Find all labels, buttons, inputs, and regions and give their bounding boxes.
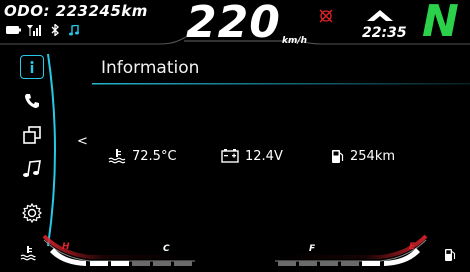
sidebar-menu xyxy=(0,50,58,247)
sidebar-item-mirror[interactable] xyxy=(19,122,45,148)
title-underline xyxy=(92,83,470,85)
coolant-temp-item: 72.5°C xyxy=(108,146,177,166)
coolant-temp-icon xyxy=(108,149,126,164)
screen-mirror-icon xyxy=(23,126,41,144)
battery-voltage-item: 12.4V xyxy=(221,146,283,166)
sidebar-item-settings[interactable] xyxy=(19,200,45,226)
bluetooth-icon xyxy=(51,24,59,36)
sidebar-item-music[interactable] xyxy=(19,156,45,182)
status-row xyxy=(6,23,79,37)
car-battery-icon xyxy=(221,149,239,163)
phone-icon xyxy=(25,94,39,108)
settings-icon xyxy=(22,203,42,223)
speed-unit: km/h xyxy=(282,36,308,46)
temp-hot-label: H xyxy=(62,242,70,252)
coolant-gauge-icon xyxy=(20,246,36,261)
range-value: 254km xyxy=(350,148,396,164)
fuel-full-label: F xyxy=(309,244,316,254)
back-arrow[interactable]: < xyxy=(77,134,88,149)
gear-indicator: N xyxy=(422,0,459,47)
chevron-up-icon xyxy=(367,10,393,21)
sidebar-item-info[interactable] xyxy=(20,55,44,79)
odometer: ODO: 223245km xyxy=(4,2,148,20)
battery-icon xyxy=(6,26,21,34)
temp-cold-label: C xyxy=(163,244,170,254)
info-icon xyxy=(30,61,34,73)
clock: 22:35 xyxy=(362,25,407,41)
page-title: Information xyxy=(101,58,200,78)
sidebar-item-phone[interactable] xyxy=(19,88,45,114)
coolant-temp-value: 72.5°C xyxy=(132,148,177,164)
fuel-gauge-icon xyxy=(445,249,456,261)
music-icon xyxy=(23,160,41,177)
instrument-cluster: ODO: 223245km 220 km/h 22:35 N Informati… xyxy=(0,0,470,272)
signal-icon xyxy=(27,24,41,36)
fuel-empty-label: E xyxy=(409,242,416,252)
speed-readout: 220 xyxy=(186,0,281,48)
fuel-pump-icon xyxy=(332,149,344,163)
abs-warning-icon xyxy=(319,9,333,23)
bottom-gauges xyxy=(42,234,428,266)
range-item: 254km xyxy=(331,146,395,166)
music-note-icon xyxy=(69,24,79,35)
battery-voltage-value: 12.4V xyxy=(245,148,283,164)
